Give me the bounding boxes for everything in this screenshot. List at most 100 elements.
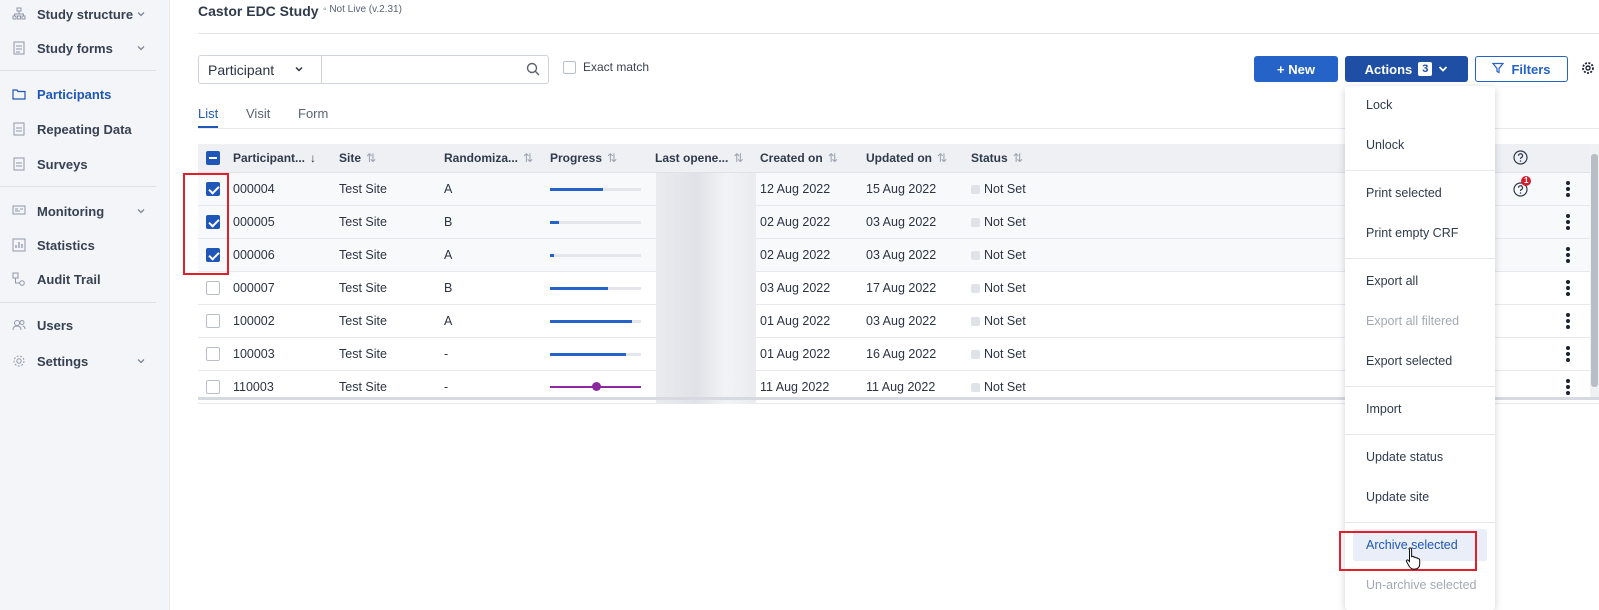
- menu-item-export-selected[interactable]: Export selected: [1345, 345, 1495, 377]
- sidebar-item-monitoring[interactable]: Monitoring: [0, 198, 170, 224]
- tab-list[interactable]: List: [198, 106, 218, 121]
- progress-fill: [550, 353, 626, 356]
- row-checkbox[interactable]: [206, 281, 220, 295]
- scrollbar-thumb[interactable]: [1591, 154, 1598, 387]
- bar-chart-icon: [12, 238, 26, 252]
- status-cell: Not Set: [971, 215, 1026, 229]
- randomization-cell: A: [444, 314, 453, 328]
- hand-cursor-icon: [1404, 546, 1424, 573]
- sidebar-item-statistics[interactable]: Statistics: [0, 232, 170, 258]
- search-field-select[interactable]: Participant: [199, 56, 322, 83]
- column-header-status[interactable]: Status ⇅: [971, 151, 1023, 165]
- participant-id-cell[interactable]: 100003: [233, 347, 275, 361]
- site-cell: Test Site: [339, 248, 387, 262]
- randomization-cell: -: [444, 380, 449, 394]
- column-header-progress[interactable]: Progress ⇅: [550, 151, 617, 165]
- updated-on-cell: 03 Aug 2022: [866, 248, 937, 262]
- table-scrollbar-vertical[interactable]: [1590, 144, 1599, 397]
- sidebar-item-repeating-data[interactable]: Repeating Data: [0, 116, 170, 142]
- menu-item-lock[interactable]: Lock: [1345, 89, 1495, 121]
- participant-id-cell[interactable]: 000007: [233, 281, 275, 295]
- filter-icon: [1492, 62, 1505, 77]
- column-header-last-opened[interactable]: Last opene... ⇅: [655, 151, 743, 165]
- tab-form[interactable]: Form: [298, 106, 328, 121]
- menu-item-print-selected[interactable]: Print selected: [1345, 177, 1495, 209]
- chevron-down-icon: [1438, 62, 1448, 77]
- participant-id-cell[interactable]: 000004: [233, 182, 275, 196]
- participant-id-cell[interactable]: 000006: [233, 248, 275, 262]
- randomization-cell: B: [444, 215, 453, 229]
- row-menu-icon[interactable]: [1566, 280, 1570, 298]
- site-cell: Test Site: [339, 215, 387, 229]
- row-checkbox[interactable]: [206, 380, 220, 394]
- updated-on-cell: 03 Aug 2022: [866, 314, 937, 328]
- status-badge: [971, 383, 980, 392]
- row-checkbox[interactable]: [206, 314, 220, 328]
- sidebar-item-label: Study structure: [37, 6, 134, 22]
- menu-item-import[interactable]: Import: [1345, 393, 1495, 425]
- menu-divider: [1345, 522, 1495, 523]
- sidebar-item-participants[interactable]: Participants: [0, 81, 170, 107]
- menu-item-print-empty-crf[interactable]: Print empty CRF: [1345, 217, 1495, 249]
- menu-item-export-all-filtered: Export all filtered: [1366, 314, 1460, 328]
- participant-id-cell[interactable]: 110003: [233, 380, 274, 394]
- status-cell: Not Set: [971, 281, 1026, 295]
- tab-visit[interactable]: Visit: [246, 106, 270, 121]
- sidebar-item-settings[interactable]: Settings: [0, 348, 170, 374]
- menu-item-unlock[interactable]: Unlock: [1345, 129, 1495, 161]
- new-button[interactable]: + New: [1254, 56, 1338, 82]
- status-cell: Not Set: [971, 380, 1026, 394]
- document-icon: [12, 157, 26, 171]
- participant-id-cell[interactable]: 100002: [233, 314, 275, 328]
- sidebar-item-label: Users: [37, 317, 74, 333]
- row-menu-icon[interactable]: [1566, 181, 1570, 199]
- column-header-participant[interactable]: Participant... ↓: [233, 151, 316, 165]
- sidebar-item-study-forms[interactable]: Study forms: [0, 35, 170, 61]
- menu-item-export-all[interactable]: Export all: [1345, 265, 1495, 297]
- exact-match-checkbox[interactable]: Exact match: [563, 60, 649, 74]
- updated-on-cell: 17 Aug 2022: [866, 281, 937, 295]
- sidebar-item-surveys[interactable]: Surveys: [0, 151, 170, 177]
- last-opened-redacted-cell: [656, 272, 756, 305]
- column-header-site[interactable]: Site ⇅: [339, 151, 376, 165]
- progress-fill: [550, 221, 560, 224]
- search-icon[interactable]: [526, 62, 540, 79]
- status-badge: [971, 284, 980, 293]
- sort-desc-icon: ↓: [310, 151, 317, 165]
- sidebar-item-users[interactable]: Users: [0, 312, 170, 338]
- filters-label: Filters: [1511, 61, 1551, 77]
- checkbox[interactable]: [563, 60, 576, 74]
- progress-bar: [550, 320, 641, 323]
- row-menu-icon[interactable]: [1566, 346, 1570, 364]
- help-icon[interactable]: [1513, 150, 1528, 168]
- row-checkbox[interactable]: [206, 347, 220, 361]
- menu-item-update-site[interactable]: Update site: [1345, 481, 1495, 513]
- select-all-checkbox[interactable]: [206, 151, 220, 165]
- actions-button[interactable]: Actions 3: [1345, 56, 1468, 82]
- progress-fill: [550, 320, 632, 323]
- gear-icon[interactable]: [1581, 61, 1595, 78]
- search-input[interactable]: [323, 56, 523, 83]
- progress-fill: [550, 287, 609, 290]
- column-header-randomization[interactable]: Randomiza... ⇅: [444, 151, 533, 165]
- filters-button[interactable]: Filters: [1475, 56, 1568, 82]
- participant-id-cell[interactable]: 000005: [233, 215, 275, 229]
- page-title: Castor EDC Study: [198, 3, 319, 19]
- row-menu-icon[interactable]: [1566, 379, 1570, 397]
- sidebar-item-study-structure[interactable]: Study structure: [0, 1, 170, 27]
- progress-bar: [550, 353, 641, 356]
- column-header-updated-on[interactable]: Updated on ⇅: [866, 151, 947, 165]
- menu-divider: [1345, 434, 1495, 435]
- study-status-badge: ◦ Not Live (v.2.31): [323, 4, 402, 15]
- row-menu-icon[interactable]: [1566, 247, 1570, 265]
- sidebar-item-audit-trail[interactable]: Audit Trail: [0, 266, 170, 292]
- row-menu-icon[interactable]: [1566, 313, 1570, 331]
- sort-icon: ⇅: [607, 151, 618, 165]
- sidebar-divider: [0, 186, 156, 187]
- progress-fill: [550, 254, 554, 257]
- row-menu-icon[interactable]: [1566, 214, 1570, 232]
- sidebar-item-label: Study forms: [37, 40, 113, 56]
- menu-item-update-status[interactable]: Update status: [1345, 441, 1495, 473]
- column-header-created-on[interactable]: Created on ⇅: [760, 151, 838, 165]
- created-on-cell: 02 Aug 2022: [760, 248, 831, 262]
